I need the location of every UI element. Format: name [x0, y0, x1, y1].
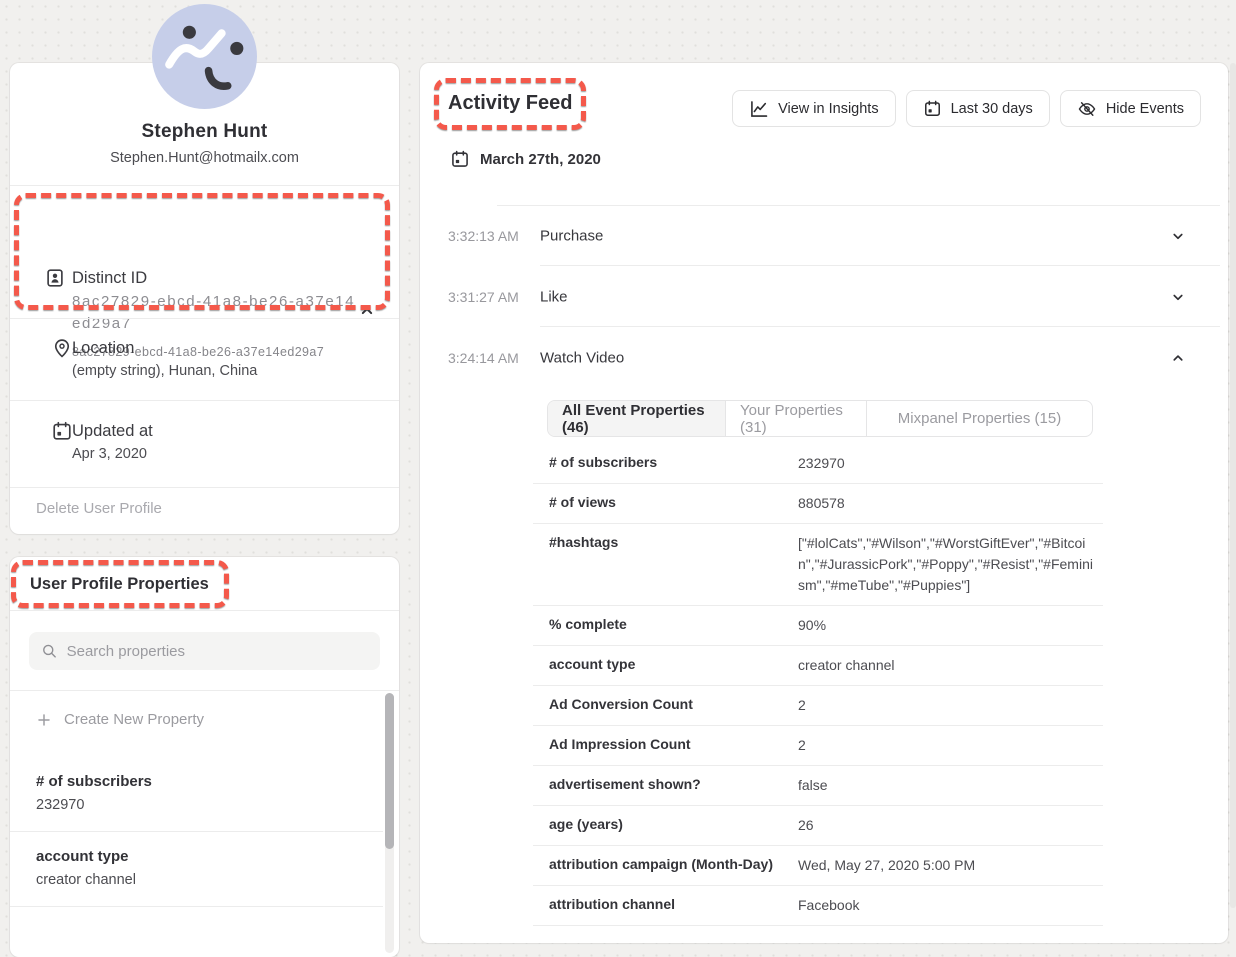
event-property-row: # of views 880578: [533, 484, 1103, 524]
properties-scrollbar-thumb[interactable]: [385, 693, 394, 849]
create-new-property-label: Create New Property: [64, 711, 204, 728]
updated-at-value: Apr 3, 2020: [72, 446, 147, 462]
profile-property-name: # of subscribers: [36, 773, 383, 790]
search-properties-field[interactable]: [29, 632, 380, 670]
chevron-down-icon[interactable]: [1169, 227, 1187, 245]
event-property-row: advertisement shown? false: [533, 766, 1103, 806]
profile-property-value: 232970: [36, 797, 383, 813]
user-email: Stephen.Hunt@hotmailx.com: [10, 150, 399, 166]
calendar-icon: [923, 99, 942, 118]
properties-panel-title: User Profile Properties: [30, 575, 209, 594]
event-property-name: attribution channel: [533, 886, 798, 925]
calendar-icon: [51, 420, 73, 442]
event-time: 3:24:14 AM: [448, 350, 519, 366]
user-name: Stephen Hunt: [10, 121, 399, 143]
event-property-value: 90%: [798, 606, 1103, 645]
hide-events-button[interactable]: Hide Events: [1060, 90, 1201, 127]
page-scrollbar[interactable]: [1230, 63, 1236, 908]
event-property-row: attribution channel Facebook: [533, 886, 1103, 926]
event-property-name: attribution campaign (Month-Day): [533, 846, 798, 885]
event-property-row: % complete 90%: [533, 606, 1103, 646]
event-property-name: advertisement shown?: [533, 766, 798, 805]
profile-properties-items: # of subscribers 232970 account type cre…: [10, 757, 383, 907]
event-property-name: #hashtags: [533, 524, 798, 605]
location-pin-icon: [51, 337, 73, 359]
hide-events-label: Hide Events: [1106, 101, 1184, 117]
profile-property-item[interactable]: account type creator channel: [10, 832, 383, 907]
event-property-name: # of views: [533, 484, 798, 523]
view-in-insights-button[interactable]: View in Insights: [732, 90, 895, 127]
event-row-purchase[interactable]: 3:32:13 AM Purchase: [420, 205, 1228, 266]
eye-off-icon: [1077, 99, 1097, 119]
event-property-value: creator channel: [798, 646, 1103, 685]
search-icon: [41, 642, 58, 660]
event-properties-table: # of subscribers 232970 # of views 88057…: [533, 444, 1103, 926]
event-property-row: Ad Impression Count 2: [533, 726, 1103, 766]
event-property-value: false: [798, 766, 1103, 805]
date-range-button[interactable]: Last 30 days: [906, 90, 1050, 127]
event-property-value: 2: [798, 726, 1103, 765]
profile-property-item[interactable]: # of subscribers 232970: [10, 757, 383, 832]
plus-icon: [36, 712, 52, 728]
tab-your-properties[interactable]: Your Properties (31): [726, 401, 867, 436]
user-profile-properties-card: User Profile Properties Create New Prope…: [10, 557, 399, 957]
event-property-row: Ad Conversion Count 2: [533, 686, 1103, 726]
date-group-header: March 27th, 2020: [450, 149, 601, 169]
event-property-name: age (years): [533, 806, 798, 845]
event-property-value: 232970: [798, 444, 1103, 483]
event-property-row: # of subscribers 232970: [533, 444, 1103, 484]
tab-all-event-properties[interactable]: All Event Properties (46): [548, 401, 726, 436]
event-time: 3:32:13 AM: [448, 228, 519, 244]
date-group-label: March 27th, 2020: [480, 151, 601, 168]
tab-mixpanel-properties[interactable]: Mixpanel Properties (15): [867, 401, 1092, 436]
event-property-name: account type: [533, 646, 798, 685]
date-range-label: Last 30 days: [951, 101, 1033, 117]
event-property-name: Ad Impression Count: [533, 726, 798, 765]
event-property-value: 26: [798, 806, 1103, 845]
activity-feed-toolbar: View in Insights Last 30 days Hide Event…: [732, 90, 1201, 127]
distinct-id-value: 8ac27829-ebcd-41a8-be26-a37e14ed29a7: [72, 291, 358, 335]
event-property-value: Facebook: [798, 886, 1103, 925]
event-row-watch-video[interactable]: 3:24:14 AM Watch Video: [420, 327, 1228, 388]
calendar-icon: [450, 149, 470, 169]
delete-user-profile-button[interactable]: Delete User Profile: [36, 500, 162, 517]
event-property-name: % complete: [533, 606, 798, 645]
event-property-row: attribution campaign (Month-Day) Wed, Ma…: [533, 846, 1103, 886]
distinct-id-label: Distinct ID: [72, 269, 147, 288]
view-in-insights-label: View in Insights: [778, 101, 878, 117]
event-name: Watch Video: [540, 349, 624, 366]
user-avatar-icon: [152, 4, 257, 109]
activity-feed-title: Activity Feed: [448, 92, 572, 115]
profile-properties-list: Create New Property # of subscribers 232…: [10, 691, 399, 957]
profile-property-value: creator channel: [36, 872, 383, 888]
line-chart-icon: [749, 99, 769, 119]
location-value: (empty string), Hunan, China: [72, 363, 257, 379]
search-properties-input[interactable]: [67, 643, 368, 660]
event-property-value: 880578: [798, 484, 1103, 523]
event-properties-tabs: All Event Properties (46) Your Propertie…: [547, 400, 1093, 437]
create-new-property-button[interactable]: Create New Property: [36, 711, 204, 728]
id-badge-icon: [44, 267, 66, 289]
chevron-down-icon[interactable]: [1169, 288, 1187, 306]
event-row-like[interactable]: 3:31:27 AM Like: [420, 266, 1228, 327]
event-property-row: age (years) 26: [533, 806, 1103, 846]
updated-at-label: Updated at: [72, 422, 153, 441]
event-property-value: Wed, May 27, 2020 5:00 PM: [798, 846, 1103, 885]
event-property-value: ["#lolCats","#Wilson","#WorstGiftEver","…: [798, 524, 1103, 605]
event-time: 3:31:27 AM: [448, 289, 519, 305]
event-name: Like: [540, 288, 568, 305]
event-name: Purchase: [540, 227, 603, 244]
chevron-up-icon[interactable]: [1169, 349, 1187, 367]
location-label: Location: [72, 339, 134, 358]
user-profile-card: Stephen Hunt Stephen.Hunt@hotmailx.com D…: [10, 63, 399, 534]
event-list: 3:32:13 AM Purchase 3:31:27 AM Like 3:24…: [420, 205, 1228, 388]
event-property-value: 2: [798, 686, 1103, 725]
event-property-name: Ad Conversion Count: [533, 686, 798, 725]
profile-property-name: account type: [36, 848, 383, 865]
event-property-row: account type creator channel: [533, 646, 1103, 686]
event-property-name: # of subscribers: [533, 444, 798, 483]
activity-feed-card: Activity Feed View in Insights Last 30 d…: [420, 63, 1228, 943]
event-property-row: #hashtags ["#lolCats","#Wilson","#WorstG…: [533, 524, 1103, 606]
